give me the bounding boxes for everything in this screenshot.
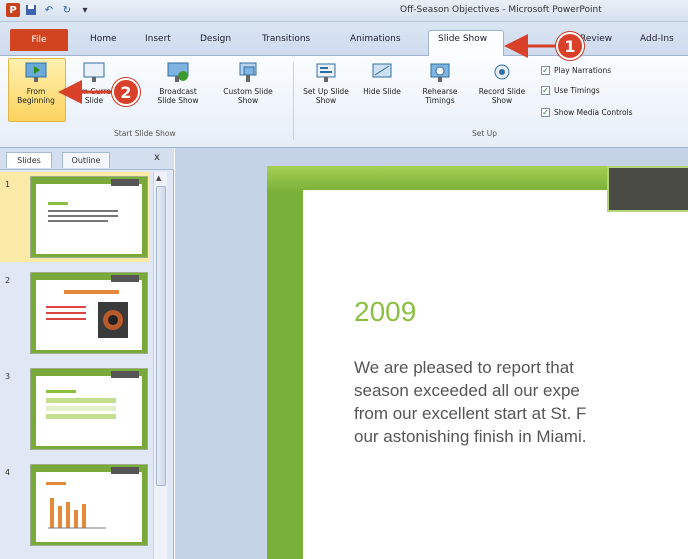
callout-arrows xyxy=(58,34,556,104)
callout-badge-1: 1 xyxy=(556,32,584,60)
callout-badge-2: 2 xyxy=(112,78,140,106)
